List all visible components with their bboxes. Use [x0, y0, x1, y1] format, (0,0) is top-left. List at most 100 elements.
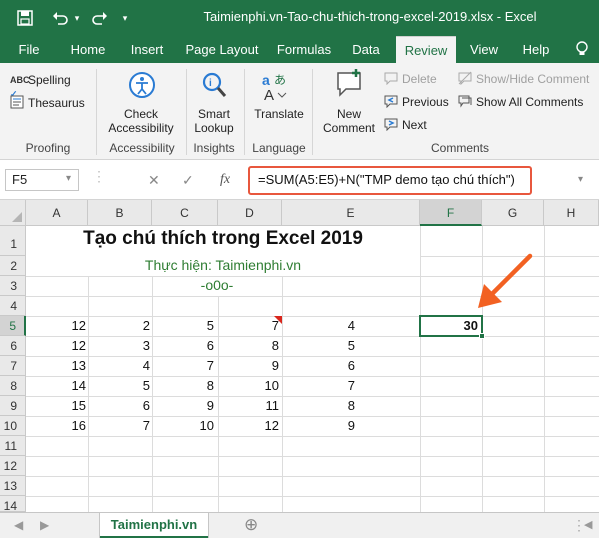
show-hide-comment-button[interactable]: Show/Hide Comment: [476, 72, 589, 86]
cell-e6[interactable]: 5: [282, 336, 355, 356]
cell-e10[interactable]: 9: [282, 416, 355, 436]
insert-function-icon[interactable]: fx: [220, 172, 230, 188]
formula-input[interactable]: =SUM(A5:E5)+N("TMP demo tạo chú thích"): [248, 166, 532, 195]
tab-insert[interactable]: Insert: [122, 36, 172, 63]
col-header-f[interactable]: F: [420, 200, 482, 226]
col-header-b[interactable]: B: [88, 200, 152, 226]
cell-b5[interactable]: 2: [88, 316, 150, 336]
spelling-label[interactable]: Spelling: [28, 73, 71, 87]
cell-c6[interactable]: 6: [152, 336, 214, 356]
tab-formulas[interactable]: Formulas: [272, 36, 336, 63]
cell-c8[interactable]: 8: [152, 376, 214, 396]
row-header-9[interactable]: 9: [0, 396, 26, 416]
cell-b10[interactable]: 7: [88, 416, 150, 436]
cell-b8[interactable]: 5: [88, 376, 150, 396]
next-comment-button[interactable]: Next: [402, 118, 427, 132]
cell-d6[interactable]: 8: [218, 336, 279, 356]
sheet-next-icon[interactable]: ▶: [40, 518, 49, 532]
row-header-7[interactable]: 7: [0, 356, 26, 376]
cell-c9[interactable]: 9: [152, 396, 214, 416]
thesaurus-button[interactable]: Thesaurus: [28, 96, 85, 110]
selected-cell-f5[interactable]: 30: [419, 315, 483, 337]
cell-c10[interactable]: 10: [152, 416, 214, 436]
row-header-6[interactable]: 6: [0, 336, 26, 356]
save-icon[interactable]: [14, 8, 36, 28]
cell-a8[interactable]: 14: [26, 376, 86, 396]
cell-e7[interactable]: 6: [282, 356, 355, 376]
check-accessibility-button[interactable]: Check Accessibility: [98, 107, 184, 135]
col-header-h[interactable]: H: [544, 200, 599, 226]
smart-lookup-icon[interactable]: i: [200, 71, 228, 102]
row-header-10[interactable]: 10: [0, 416, 26, 436]
cell-a7[interactable]: 13: [26, 356, 86, 376]
row-header-11[interactable]: 11: [0, 436, 26, 456]
sheet-tab-taimienphi[interactable]: Taimienphi.vn: [100, 513, 208, 538]
cell-d7[interactable]: 9: [218, 356, 279, 376]
undo-icon[interactable]: [50, 8, 70, 28]
lightbulb-icon[interactable]: [568, 36, 596, 63]
cell-a5[interactable]: 12: [26, 316, 86, 336]
cell-a10[interactable]: 16: [26, 416, 86, 436]
cell-e5[interactable]: 4: [282, 316, 355, 336]
cell-a9[interactable]: 15: [26, 396, 86, 416]
show-all-comments-button[interactable]: Show All Comments: [476, 95, 583, 109]
cell-b6[interactable]: 3: [88, 336, 150, 356]
cell-d9[interactable]: 11: [218, 396, 280, 416]
cell-b9[interactable]: 6: [88, 396, 150, 416]
row-header-1[interactable]: 1: [0, 226, 26, 256]
scroll-left-icon[interactable]: ◀: [584, 518, 592, 531]
cell-e8[interactable]: 7: [282, 376, 355, 396]
cell-d10[interactable]: 12: [218, 416, 279, 436]
col-header-c[interactable]: C: [152, 200, 218, 226]
tab-file[interactable]: File: [8, 36, 50, 63]
name-box-dropdown-icon[interactable]: ▾: [66, 173, 71, 184]
enter-icon[interactable]: ✓: [182, 172, 194, 189]
col-header-e[interactable]: E: [282, 200, 420, 226]
sheet-title[interactable]: Tạo chú thích trong Excel 2019: [26, 228, 420, 250]
customize-toolbar-icon[interactable]: ▾: [118, 8, 132, 28]
smart-lookup-button[interactable]: Smart Lookup: [188, 107, 240, 135]
previous-comment-button[interactable]: Previous: [402, 95, 449, 109]
translate-icon[interactable]: aあA: [262, 71, 290, 104]
cell-a6[interactable]: 12: [26, 336, 86, 356]
cell-c7[interactable]: 7: [152, 356, 214, 376]
translate-button[interactable]: Translate: [252, 107, 306, 121]
fill-handle[interactable]: [479, 333, 485, 339]
comment-indicator-icon[interactable]: [274, 316, 282, 324]
worksheet-grid[interactable]: A B C D E F G H 1 2 3 4 5 6 7 8 9 10 11 …: [0, 200, 599, 513]
redo-icon[interactable]: [90, 8, 110, 28]
sheet-subtitle[interactable]: Thực hiện: Taimienphi.vn: [26, 257, 420, 273]
col-header-a[interactable]: A: [26, 200, 88, 226]
tab-view[interactable]: View: [462, 36, 506, 63]
new-comment-icon[interactable]: [334, 69, 364, 102]
cancel-icon[interactable]: ✕: [148, 172, 160, 189]
tab-data[interactable]: Data: [344, 36, 388, 63]
row-header-12[interactable]: 12: [0, 456, 26, 476]
tab-help[interactable]: Help: [514, 36, 558, 63]
row-header-14[interactable]: 14: [0, 496, 26, 513]
sheet-separator[interactable]: -o0o-: [152, 277, 282, 293]
row-header-3[interactable]: 3: [0, 276, 26, 296]
expand-formula-bar-icon[interactable]: ▾: [578, 174, 583, 185]
cell-c5[interactable]: 5: [152, 316, 214, 336]
new-comment-button[interactable]: New Comment: [318, 107, 380, 135]
cell-e9[interactable]: 8: [282, 396, 355, 416]
select-all-corner[interactable]: [0, 200, 26, 226]
delete-comment-button[interactable]: Delete: [402, 72, 437, 86]
undo-dropdown-icon[interactable]: ▾: [72, 8, 82, 28]
tab-review[interactable]: Review: [396, 36, 456, 63]
row-header-4[interactable]: 4: [0, 296, 26, 316]
row-header-5[interactable]: 5: [0, 316, 26, 336]
add-sheet-icon[interactable]: ⊕: [244, 515, 258, 535]
cell-b7[interactable]: 4: [88, 356, 150, 376]
row-header-2[interactable]: 2: [0, 256, 26, 276]
tab-page-layout[interactable]: Page Layout: [180, 36, 264, 63]
col-header-d[interactable]: D: [218, 200, 282, 226]
cell-d5[interactable]: 7: [218, 316, 279, 336]
accessibility-icon[interactable]: [128, 71, 156, 102]
row-header-13[interactable]: 13: [0, 476, 26, 496]
row-header-8[interactable]: 8: [0, 376, 26, 396]
col-header-g[interactable]: G: [482, 200, 544, 226]
tab-home[interactable]: Home: [62, 36, 114, 63]
cell-d8[interactable]: 10: [218, 376, 279, 396]
